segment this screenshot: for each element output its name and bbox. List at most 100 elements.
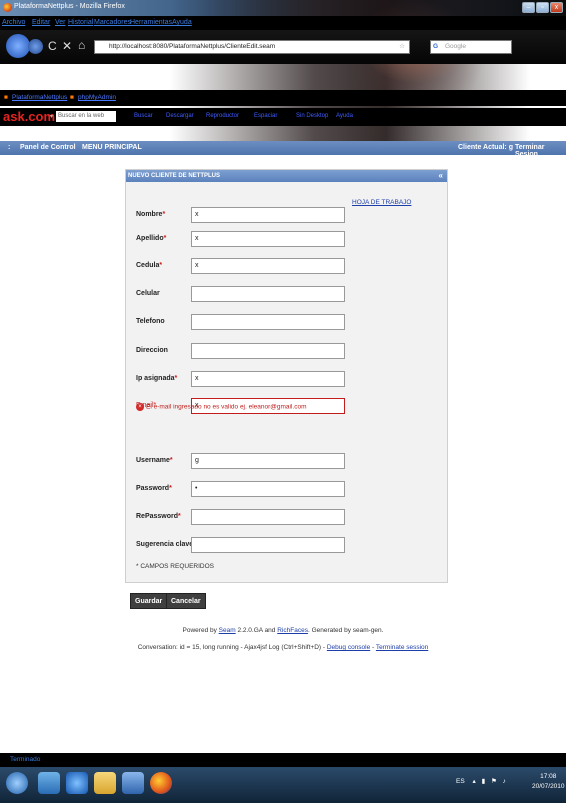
debug-console-link[interactable]: Debug console xyxy=(327,644,370,651)
menu-archivo[interactable]: Archivo xyxy=(2,19,25,26)
required-fields-note: * CAMPOS REQUERIDOS xyxy=(136,563,215,570)
field-input[interactable] xyxy=(191,314,345,330)
folder-icon[interactable] xyxy=(94,772,116,794)
conversation-footer: Conversation: id = 15, long running - Aj… xyxy=(137,644,429,651)
richfaces-link[interactable]: RichFaces xyxy=(277,627,308,634)
windows-taskbar: ES ▴ ▮ ⚑ ♪ 17:08 20/07/2010 xyxy=(0,767,566,803)
bookmark-favicon-icon: ■ xyxy=(4,94,8,101)
maximize-button[interactable]: ▫ xyxy=(536,2,549,13)
network-icon[interactable]: ▮ xyxy=(482,778,486,785)
field-input[interactable]: x xyxy=(191,258,345,274)
language-indicator[interactable]: ES xyxy=(456,778,465,785)
terminar-sesion-link[interactable]: Terminar Sesion xyxy=(515,144,566,158)
menu-ver[interactable]: Ver xyxy=(55,19,66,26)
field-input[interactable] xyxy=(191,343,345,359)
menu-ayuda[interactable]: Ayuda xyxy=(172,19,192,26)
field-input[interactable]: • xyxy=(191,481,345,497)
ask-buscar[interactable]: Buscar xyxy=(134,113,153,119)
navigation-toolbar: C ✕ ⌂ http://localhost:8080/PlataformaNe… xyxy=(0,30,566,64)
menu-marcadores[interactable]: Marcadores xyxy=(94,19,131,26)
ie-icon[interactable] xyxy=(66,772,88,794)
new-client-panel: NUEVO CLIENTE DE NETTPLUS « HOJA DE TRAB… xyxy=(125,169,448,583)
word-icon[interactable] xyxy=(122,772,144,794)
field-input[interactable]: x xyxy=(191,371,345,387)
collapse-icon[interactable]: « xyxy=(439,170,443,182)
menu-historial[interactable]: Historial xyxy=(68,19,93,26)
volume-icon[interactable]: ♪ xyxy=(503,778,506,785)
field-input[interactable] xyxy=(191,509,345,525)
firefox-icon xyxy=(3,3,12,12)
system-clock[interactable]: 17:08 20/07/2010 xyxy=(532,772,565,792)
footer-mid: 2.2.0.GA and xyxy=(237,627,276,634)
email-error-message: × El e-mail ingresado no es valido ej. el… xyxy=(136,403,307,411)
required-marker: * xyxy=(162,211,166,218)
menu-editar[interactable]: Editar xyxy=(32,19,50,26)
ask-ayuda[interactable]: Ayuda xyxy=(336,113,353,119)
field-label-text: Direccion xyxy=(136,347,168,354)
status-bar: Terminado xyxy=(0,753,566,767)
clock-time: 17:08 xyxy=(540,773,557,780)
close-window-button[interactable]: x xyxy=(550,2,563,13)
field-input[interactable] xyxy=(191,537,345,553)
footer-powered: Powered by xyxy=(182,627,217,634)
field-input[interactable]: x xyxy=(191,207,345,223)
nav-menu-principal[interactable]: MENU PRINCIPAL xyxy=(82,144,142,151)
ask-reproductor[interactable]: Reproductor xyxy=(206,113,239,119)
terminate-session-link[interactable]: Terminate session xyxy=(376,644,428,651)
back-icon[interactable] xyxy=(6,34,30,58)
ask-dropdown-icon[interactable]: ▾ xyxy=(50,113,53,120)
stop-icon[interactable]: ✕ xyxy=(62,39,72,53)
conversation-text: Conversation: id = 15, long running - Aj… xyxy=(137,644,326,651)
required-marker: * xyxy=(169,457,173,464)
ask-search-input[interactable]: Buscar en la web xyxy=(56,111,116,122)
star-icon[interactable]: ☆ xyxy=(399,41,405,53)
field-input[interactable]: g xyxy=(191,453,345,469)
required-marker: * xyxy=(163,235,167,242)
field-label: Password* xyxy=(136,485,172,492)
url-bar[interactable]: http://localhost:8080/PlataformaNettplus… xyxy=(94,40,410,54)
ask-sin-desktop[interactable]: Sin Desktop xyxy=(296,113,328,119)
field-label: Telefono xyxy=(136,318,165,325)
flag-icon[interactable]: ⚑ xyxy=(491,778,497,785)
save-button[interactable]: Guardar xyxy=(130,593,168,609)
firefox-taskbar-icon[interactable] xyxy=(150,772,172,794)
google-icon[interactable]: G xyxy=(433,41,438,53)
powered-by-footer: Powered by Seam 2.2.0.GA and RichFaces. … xyxy=(0,627,566,634)
start-button-icon[interactable] xyxy=(6,772,28,794)
bookmark-phpmyadmin[interactable]: phpMyAdmin xyxy=(78,94,116,101)
ask-descargar[interactable]: Descargar xyxy=(166,113,194,119)
field-label-text: Nombre xyxy=(136,211,163,218)
bookmark-plataforma[interactable]: PlataformaNettplus xyxy=(12,94,67,101)
reload-icon[interactable]: C xyxy=(48,39,57,53)
field-input[interactable]: x xyxy=(191,231,345,247)
footer-suffix: . Generated by seam-gen. xyxy=(307,627,384,634)
tray-chevron-icon[interactable]: ▴ xyxy=(472,778,475,785)
nav-panel-control[interactable]: Panel de Control xyxy=(20,144,76,151)
ask-logo: ask.com xyxy=(3,109,56,124)
menu-herramientas[interactable]: Herramientas xyxy=(130,19,172,26)
bookmarks-toolbar: ■ PlataformaNettplus ■ phpMyAdmin xyxy=(0,90,566,106)
field-label-text: Ip asignada xyxy=(136,375,175,382)
cancel-button[interactable]: Cancelar xyxy=(166,593,206,609)
forward-icon[interactable] xyxy=(28,39,43,54)
field-label: RePassword* xyxy=(136,513,181,520)
ask-espaciar[interactable]: Espaciar xyxy=(254,113,277,119)
field-label-text: Password xyxy=(136,485,170,492)
field-input[interactable] xyxy=(191,286,345,302)
menu-bar: Archivo Editar Ver Historial Marcadores … xyxy=(0,16,566,30)
seam-link[interactable]: Seam xyxy=(219,627,236,634)
panel-title: NUEVO CLIENTE DE NETTPLUS xyxy=(128,173,221,179)
required-marker: * xyxy=(178,513,181,520)
field-label: Celular xyxy=(136,290,160,297)
error-icon: × xyxy=(136,403,144,411)
users-app-icon[interactable] xyxy=(38,772,60,794)
field-label: Cedula* xyxy=(136,262,162,269)
search-engine-box[interactable]: G Google xyxy=(430,40,512,54)
phpmyadmin-icon: ■ xyxy=(70,94,74,101)
hoja-de-trabajo-link[interactable]: HOJA DE TRABAJO xyxy=(352,199,411,206)
field-label: Apellido* xyxy=(136,235,166,242)
app-header-bar: : Panel de Control MENU PRINCIPAL Client… xyxy=(0,141,566,158)
field-label-text: RePassword xyxy=(136,513,179,520)
home-icon[interactable]: ⌂ xyxy=(78,38,85,52)
ask-toolbar: ask.com ▾ Buscar en la web Buscar Descar… xyxy=(0,108,566,126)
